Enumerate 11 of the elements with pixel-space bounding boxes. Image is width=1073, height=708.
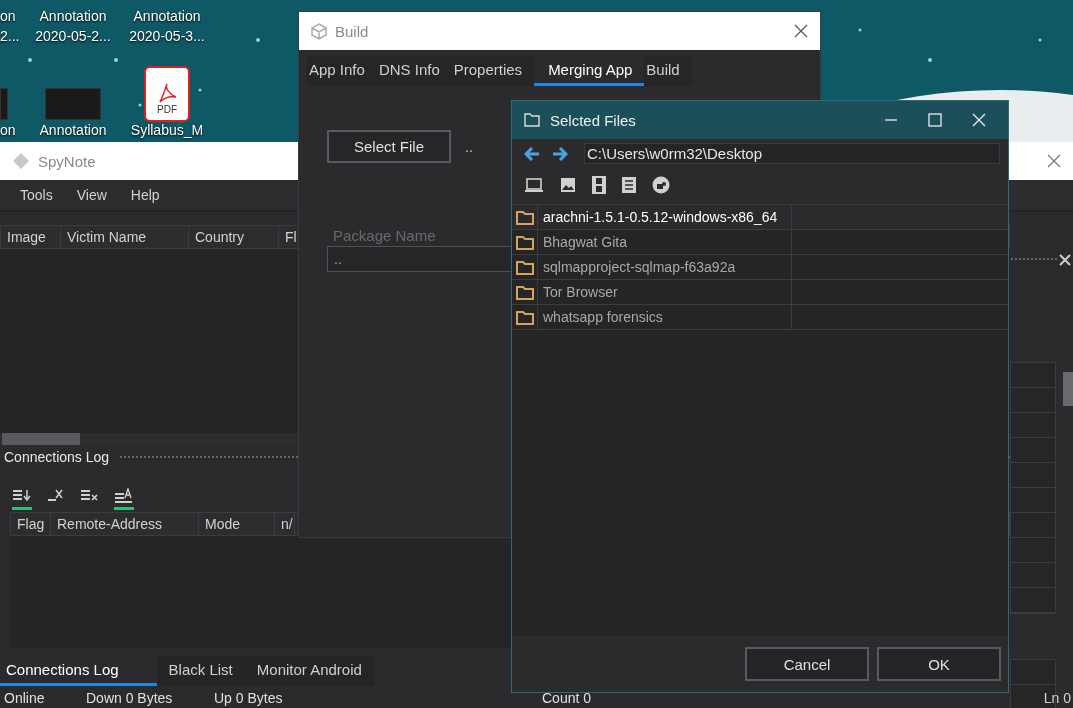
status-text: Down 0 Bytes <box>86 690 174 706</box>
status-text: Ln 0 <box>1043 689 1071 708</box>
window-title: Selcted Files <box>550 111 636 129</box>
status-text: Online <box>3 690 46 706</box>
file-path-text: .. <box>465 138 473 155</box>
window-title: Build <box>335 22 369 40</box>
panel-title: Connections Log <box>4 449 110 466</box>
field-label: Package Name <box>332 227 436 244</box>
window-title: SpyNote <box>38 152 96 170</box>
status-text: Up 0 Bytes <box>214 690 284 706</box>
status-text: Count 0 <box>542 690 593 706</box>
